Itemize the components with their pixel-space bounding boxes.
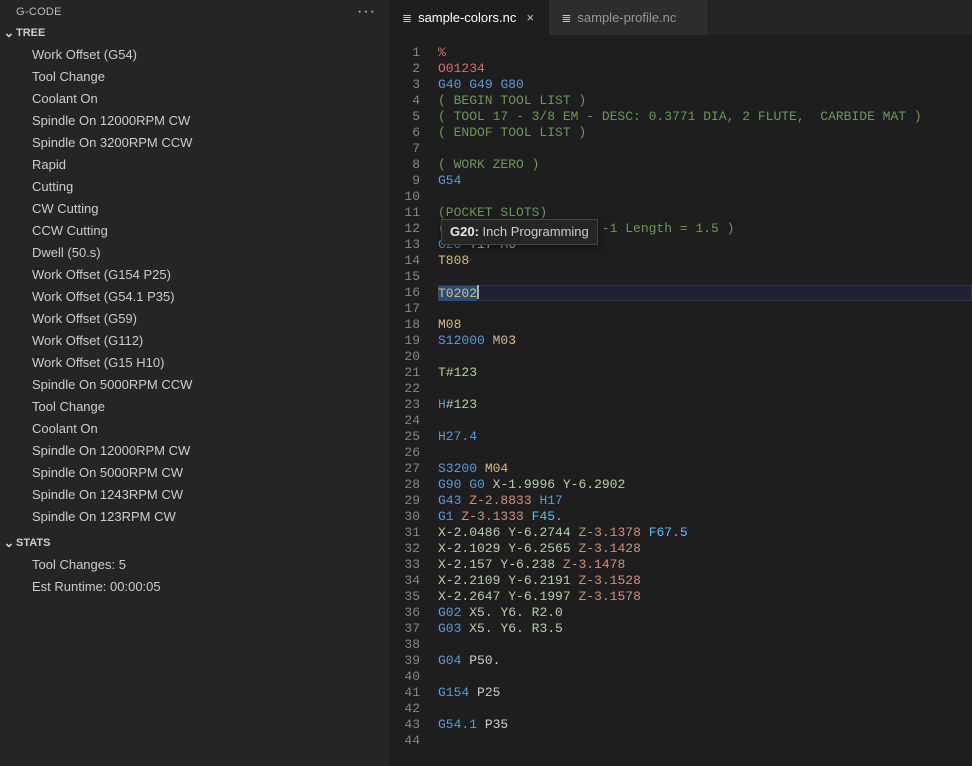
stats-item[interactable]: Est Runtime: 00:00:05 (0, 576, 390, 598)
hover-keyword: G20: (450, 224, 479, 239)
tree-item[interactable]: Work Offset (G154 P25) (0, 264, 390, 286)
tree-item[interactable]: Coolant On (0, 418, 390, 440)
tab-active[interactable]: ≣ sample-colors.nc × (390, 0, 549, 35)
code-line[interactable] (438, 669, 972, 685)
code-line[interactable]: ( WORK ZERO ) (438, 157, 972, 173)
code-line[interactable]: T#123 (438, 365, 972, 381)
tree-section-label: TREE (16, 27, 45, 39)
code-line[interactable]: ( TOOL 17 - 3/8 EM - DESC: 0.3771 DIA, 2… (438, 109, 972, 125)
code-line[interactable]: G04 P50. (438, 653, 972, 669)
code-line[interactable]: X-2.1029 Y-6.2565 Z-3.1428 (438, 541, 972, 557)
editor-area: ≣sample-colors.nc×≣sample-profile.nc× 12… (390, 0, 972, 766)
code-line[interactable]: G03 X5. Y6. R3.5 (438, 621, 972, 637)
code-line[interactable] (438, 141, 972, 157)
code-line[interactable] (438, 637, 972, 653)
code-line[interactable]: X-2.0486 Y-6.2744 Z-3.1378 F67.5 (438, 525, 972, 541)
code-line[interactable]: G154 P25 (438, 685, 972, 701)
chevron-down-icon: ⌄ (2, 25, 16, 41)
tab-bar: ≣sample-colors.nc×≣sample-profile.nc× (390, 0, 972, 35)
tree-item[interactable]: Tool Change (0, 66, 390, 88)
code-line[interactable]: X-2.2647 Y-6.1997 Z-3.1578 (438, 589, 972, 605)
code-line[interactable]: G54 (438, 173, 972, 189)
tree-item[interactable]: Dwell (50.s) (0, 242, 390, 264)
code-line[interactable]: ( BEGIN TOOL LIST ) (438, 93, 972, 109)
file-icon: ≣ (561, 11, 571, 25)
code-line[interactable]: T0202 (438, 285, 972, 301)
code-line[interactable]: G54.1 P35 (438, 717, 972, 733)
tree-item[interactable]: Spindle On 5000RPM CW (0, 462, 390, 484)
tab-label: sample-colors.nc (418, 10, 516, 25)
code-line[interactable]: O01234 (438, 61, 972, 77)
code-line[interactable]: % (438, 45, 972, 61)
stats-section-label: STATS (16, 537, 50, 549)
code-line[interactable] (438, 269, 972, 285)
hover-desc: Inch Programming (483, 224, 589, 239)
tree-item[interactable]: Spindle On 12000RPM CW (0, 110, 390, 132)
file-icon: ≣ (402, 11, 412, 25)
code-line[interactable]: G43 Z-2.8833 H17 (438, 493, 972, 509)
tree-items: Work Offset (G54)Tool ChangeCoolant OnSp… (0, 44, 390, 532)
code-line[interactable]: G90 G0 X-1.9996 Y-6.2902 (438, 477, 972, 493)
close-icon[interactable]: × (522, 10, 538, 25)
tree-item[interactable]: Spindle On 1243RPM CW (0, 484, 390, 506)
tree-item[interactable]: Rapid (0, 154, 390, 176)
sidebar-title: G-CODE (16, 6, 62, 18)
code-line[interactable]: G40 G49 G80 (438, 77, 972, 93)
code-line[interactable] (438, 189, 972, 205)
code-line[interactable]: M08 (438, 317, 972, 333)
line-number-gutter: 1234567891011121314151617181920212223242… (390, 45, 438, 766)
code-line[interactable] (438, 733, 972, 749)
tree-item[interactable]: Spindle On 12000RPM CW (0, 440, 390, 462)
code-line[interactable]: S12000 M03 (438, 333, 972, 349)
tree-item[interactable]: CCW Cutting (0, 220, 390, 242)
sidebar-title-row: G-CODE ··· (0, 0, 390, 22)
code-line[interactable] (438, 445, 972, 461)
tab[interactable]: ≣sample-profile.nc× (549, 0, 709, 35)
tree-item[interactable]: Tool Change (0, 396, 390, 418)
code-line[interactable] (438, 381, 972, 397)
tree-item[interactable]: Coolant On (0, 88, 390, 110)
code-line[interactable] (438, 413, 972, 429)
stats-items: Tool Changes: 5Est Runtime: 00:00:05 (0, 554, 390, 602)
hover-tooltip: G20: Inch Programming (441, 219, 598, 245)
tree-item[interactable]: Spindle On 3200RPM CCW (0, 132, 390, 154)
code-line[interactable]: H27.4 (438, 429, 972, 445)
code-line[interactable] (438, 349, 972, 365)
code-line[interactable]: X-2.157 Y-6.238 Z-3.1478 (438, 557, 972, 573)
text-cursor (477, 285, 479, 299)
code-line[interactable]: ( ENDOF TOOL LIST ) (438, 125, 972, 141)
more-actions-icon[interactable]: ··· (357, 7, 376, 17)
code-editor[interactable]: 1234567891011121314151617181920212223242… (390, 35, 972, 766)
code-line[interactable]: T808 (438, 253, 972, 269)
tree-item[interactable]: Work Offset (G59) (0, 308, 390, 330)
code-line[interactable] (438, 301, 972, 317)
chevron-down-icon: ⌄ (2, 535, 16, 551)
tree-item[interactable]: Spindle On 123RPM CW (0, 506, 390, 528)
tree-item[interactable]: Spindle On 5000RPM CCW (0, 374, 390, 396)
code-line[interactable]: G1 Z-3.1333 F45. (438, 509, 972, 525)
tree-section-header[interactable]: ⌄ TREE (0, 22, 390, 44)
tree-item[interactable]: Work Offset (G54) (0, 44, 390, 66)
tree-item[interactable]: Cutting (0, 176, 390, 198)
code-lines[interactable]: G20: Inch Programming %O01234G40 G49 G80… (438, 45, 972, 766)
stats-section-header[interactable]: ⌄ STATS (0, 532, 390, 554)
code-line[interactable]: X-2.2109 Y-6.2191 Z-3.1528 (438, 573, 972, 589)
tree-item[interactable]: CW Cutting (0, 198, 390, 220)
tree-item[interactable]: Work Offset (G54.1 P35) (0, 286, 390, 308)
code-line[interactable] (438, 701, 972, 717)
tab-label: sample-profile.nc (577, 10, 676, 25)
tree-item[interactable]: Work Offset (G112) (0, 330, 390, 352)
sidebar: G-CODE ··· ⌄ TREE Work Offset (G54)Tool … (0, 0, 390, 766)
tree-item[interactable]: Work Offset (G15 H10) (0, 352, 390, 374)
code-line[interactable]: H#123 (438, 397, 972, 413)
code-line[interactable]: G02 X5. Y6. R2.0 (438, 605, 972, 621)
stats-item[interactable]: Tool Changes: 5 (0, 554, 390, 576)
code-line[interactable]: S3200 M04 (438, 461, 972, 477)
